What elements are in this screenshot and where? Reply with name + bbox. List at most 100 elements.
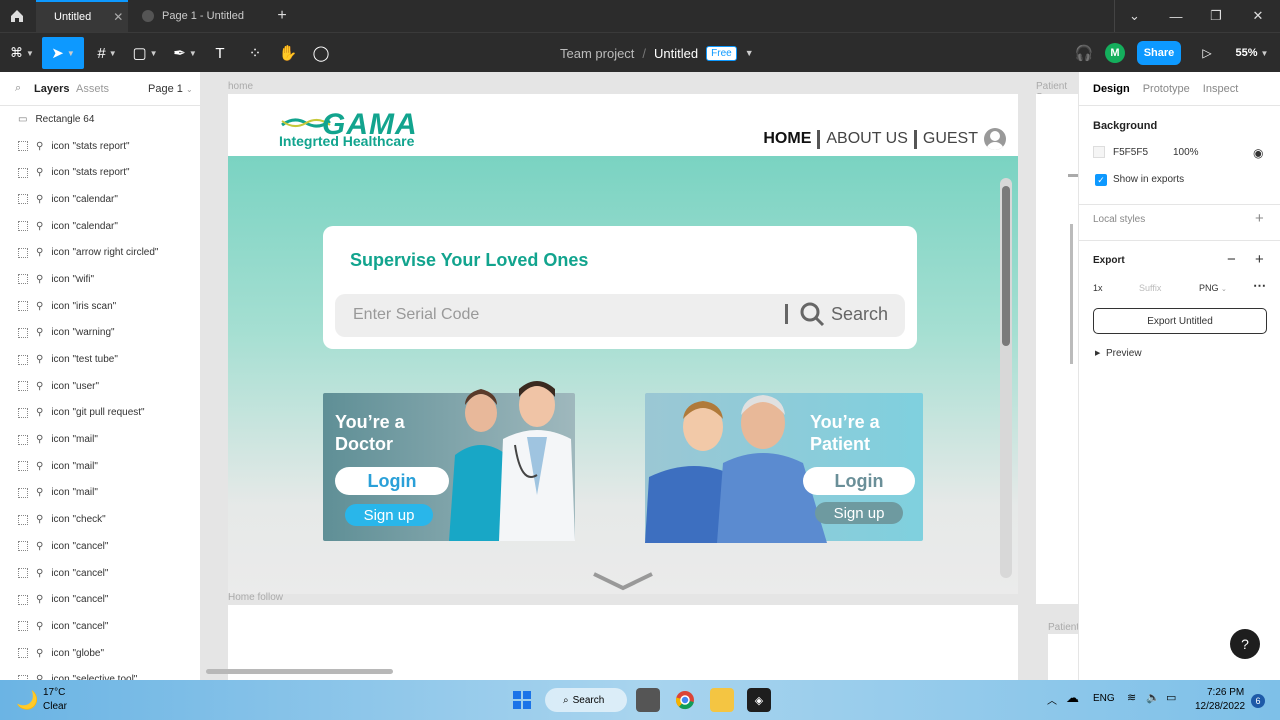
hero-scroll-thumb[interactable]: [1002, 186, 1010, 346]
move-tool[interactable]: ➤ ▼: [42, 37, 84, 69]
new-tab-button[interactable]: +: [262, 0, 302, 32]
frame-tool[interactable]: # ▼: [92, 37, 122, 69]
taskbar-search[interactable]: ⌕ Search: [545, 688, 627, 712]
show-in-exports-checkbox[interactable]: ✓: [1095, 174, 1107, 186]
layer-row[interactable]: ⚲ icon "cancel": [0, 560, 200, 587]
avatar[interactable]: M: [1105, 43, 1125, 63]
tab-untitled[interactable]: Untitled ✕: [36, 0, 128, 32]
export-button[interactable]: Export Untitled: [1093, 308, 1267, 334]
chrome-icon[interactable]: [673, 688, 697, 712]
layer-row[interactable]: ⚲ icon "user": [0, 373, 200, 400]
export-suffix-input[interactable]: Suffix: [1139, 283, 1161, 293]
weather-desc[interactable]: Clear: [43, 701, 67, 712]
weather-temp[interactable]: 17°C: [43, 687, 65, 698]
pen-tool[interactable]: ✒ ▼: [170, 37, 200, 69]
frame-label-home[interactable]: home: [228, 81, 253, 92]
layer-row[interactable]: ⚲ icon "wifi": [0, 266, 200, 293]
chevron-down-icon[interactable]: [592, 570, 654, 592]
text-tool[interactable]: T: [208, 37, 232, 69]
layer-row[interactable]: ⚲ icon "mail": [0, 453, 200, 480]
patient-frame-preview[interactable]: [1036, 94, 1078, 604]
layer-row[interactable]: ⚲ icon "iris scan": [0, 293, 200, 320]
minimize-button[interactable]: —: [1156, 0, 1196, 32]
wifi-icon[interactable]: ≋: [1127, 691, 1136, 704]
chevron-down-icon[interactable]: ⌄: [1114, 0, 1154, 32]
more-options-icon[interactable]: ⋯: [1253, 278, 1266, 294]
layer-row[interactable]: ⚲ icon "cancel": [0, 613, 200, 640]
resources-tool[interactable]: ⁘: [243, 37, 267, 69]
add-export-plus-icon[interactable]: +: [1255, 251, 1264, 268]
main-menu-button[interactable]: ⌘ ▼: [8, 37, 36, 69]
layer-row[interactable]: ⚲ icon "git pull request": [0, 400, 200, 427]
layer-row[interactable]: ⚲ icon "cancel": [0, 586, 200, 613]
tab-inspect[interactable]: Inspect: [1203, 83, 1238, 95]
help-button[interactable]: ?: [1230, 629, 1260, 659]
shape-tool[interactable]: ▢ ▼: [130, 37, 160, 69]
layer-row[interactable]: ⚲ icon "globe": [0, 640, 200, 667]
layer-row[interactable]: ▭ Rectangle 64: [0, 106, 200, 133]
canvas[interactable]: home Patient Se GAMA Integrted Healthcar…: [201, 72, 1078, 680]
background-color-swatch[interactable]: [1093, 146, 1105, 158]
file-name[interactable]: Untitled: [654, 46, 698, 61]
language-indicator[interactable]: ENG: [1093, 693, 1115, 704]
layer-row[interactable]: ⚲ icon "check": [0, 506, 200, 533]
clock-time[interactable]: 7:26 PM: [1207, 687, 1244, 698]
add-style-plus-icon[interactable]: +: [1255, 210, 1264, 227]
layer-row[interactable]: ⚲ icon "arrow right circled": [0, 239, 200, 266]
share-button[interactable]: Share: [1137, 41, 1181, 65]
page-select[interactable]: Page 1 ⌄: [148, 83, 193, 95]
export-scale[interactable]: 1x: [1093, 283, 1103, 293]
layer-row[interactable]: ⚲ icon "calendar": [0, 186, 200, 213]
project-name[interactable]: Team project: [560, 46, 634, 61]
layer-row[interactable]: ⚲ icon "test tube": [0, 346, 200, 373]
windows-start-icon[interactable]: [510, 688, 534, 712]
headphones-icon[interactable]: 🎧: [1072, 37, 1096, 69]
layer-row[interactable]: ⚲ icon "mail": [0, 426, 200, 453]
figma-app-icon[interactable]: ◈: [747, 688, 771, 712]
clock-date[interactable]: 12/28/2022: [1195, 701, 1245, 712]
zoom-menu[interactable]: 55% ▼: [1232, 37, 1272, 69]
background-opacity[interactable]: 100%: [1173, 147, 1199, 158]
background-hex[interactable]: F5F5F5: [1113, 147, 1148, 158]
comment-tool[interactable]: ◯: [309, 37, 333, 69]
frame-label-home-follow[interactable]: Home follow: [228, 592, 283, 603]
onedrive-cloud-icon[interactable]: ☁: [1066, 690, 1079, 706]
moon-weather-icon[interactable]: 🌙: [16, 690, 38, 711]
nav-guest[interactable]: GUEST: [923, 130, 978, 148]
doctor-login-button[interactable]: Login: [335, 467, 449, 495]
search-icon[interactable]: ⌕: [15, 82, 21, 95]
layer-row[interactable]: ⚲ icon "stats report": [0, 133, 200, 160]
home-frame[interactable]: GAMA Integrted Healthcare HOME ABOUT US …: [228, 94, 1018, 594]
layer-row[interactable]: ⚲ icon "calendar": [0, 213, 200, 240]
restore-button[interactable]: ❐: [1196, 0, 1236, 32]
patient-signup-button[interactable]: Sign up: [815, 502, 903, 524]
tab-page1[interactable]: Page 1 - Untitled: [132, 0, 262, 32]
notification-badge[interactable]: 6: [1251, 694, 1265, 708]
preview-toggle[interactable]: Preview: [1106, 348, 1142, 359]
layer-row[interactable]: ⚲ icon "stats report": [0, 159, 200, 186]
battery-icon[interactable]: ▭: [1166, 691, 1176, 704]
chevron-down-icon[interactable]: ▼: [745, 48, 754, 58]
patient-login-button[interactable]: Login: [803, 467, 915, 495]
eye-icon[interactable]: ◉: [1253, 146, 1263, 160]
file-explorer-icon[interactable]: [710, 688, 734, 712]
hand-tool[interactable]: ✋: [276, 37, 300, 69]
doctor-signup-button[interactable]: Sign up: [345, 504, 433, 526]
user-avatar-icon[interactable]: [984, 128, 1006, 150]
home-icon[interactable]: [0, 0, 34, 32]
speaker-icon[interactable]: 🔈: [1146, 691, 1160, 704]
canvas-horizontal-scrollbar[interactable]: [206, 669, 393, 674]
nav-about[interactable]: ABOUT US: [826, 130, 908, 148]
nav-home[interactable]: HOME: [763, 130, 811, 148]
tab-layers[interactable]: Layers: [34, 83, 69, 95]
export-format-select[interactable]: PNG ⌄: [1199, 283, 1227, 293]
tray-chevron-up-icon[interactable]: ︿: [1047, 692, 1057, 707]
frame-label-patient-2[interactable]: Patient: [1048, 622, 1078, 633]
close-window-button[interactable]: ✕: [1238, 0, 1278, 32]
present-play-icon[interactable]: ▷: [1196, 37, 1218, 69]
layer-row[interactable]: ⚲ icon "cancel": [0, 533, 200, 560]
patient-frame-2[interactable]: [1048, 634, 1078, 680]
close-tab-icon[interactable]: ✕: [113, 10, 123, 24]
layer-row[interactable]: ⚲ icon "mail": [0, 480, 200, 507]
serial-code-input[interactable]: Enter Serial Code Search: [335, 294, 905, 337]
